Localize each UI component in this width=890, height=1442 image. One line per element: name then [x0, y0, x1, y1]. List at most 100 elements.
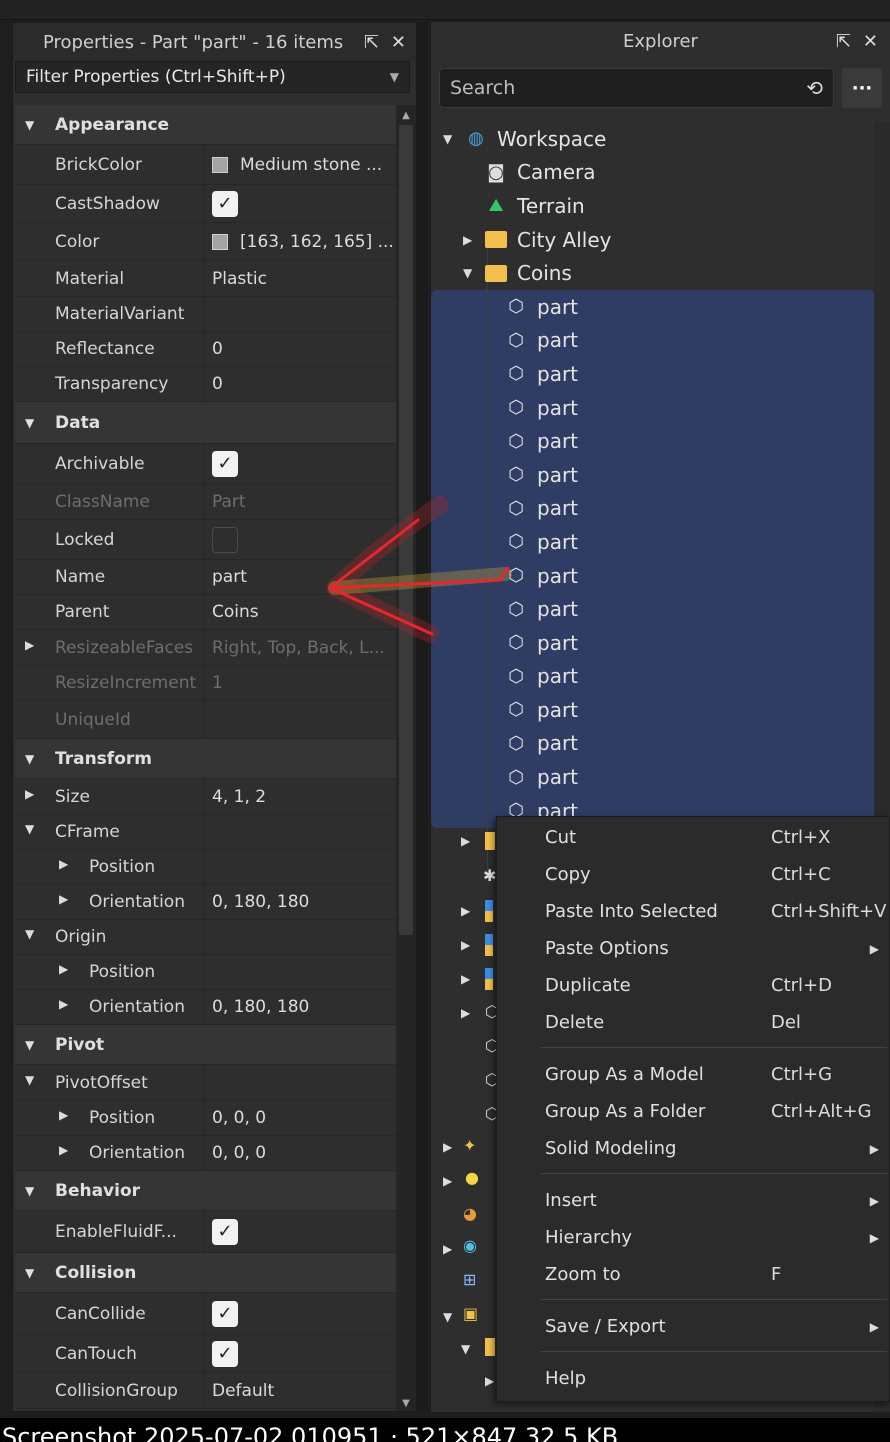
property-row-archivable[interactable]: Archivable ✓ — [15, 444, 397, 484]
property-row-orientation[interactable]: ▶ Orientation 0, 180, 180 — [15, 885, 397, 920]
property-row-cantouch[interactable]: CanTouch ✓ — [15, 1335, 397, 1373]
menu-item-group-as-a-folder[interactable]: Group As a Folder Ctrl+Alt+G — [497, 1093, 890, 1130]
chevron-down-icon[interactable]: ▼ — [25, 822, 34, 836]
chevron-down-icon[interactable]: ▼ — [25, 1038, 34, 1052]
tree-item-part[interactable]: ⬡ part — [431, 324, 890, 358]
section-pivot[interactable]: ▼ Pivot — [15, 1025, 397, 1065]
property-value-cell[interactable] — [203, 297, 397, 331]
scroll-up-icon[interactable]: ▲ — [396, 105, 416, 125]
chevron-right-icon[interactable]: ▶ — [25, 638, 34, 652]
property-checkbox[interactable] — [212, 526, 238, 553]
property-row-origin[interactable]: ▼ Origin — [15, 920, 397, 955]
property-value-cell[interactable]: 1 — [203, 666, 397, 700]
tree-expand-arrow[interactable]: ▶ — [443, 1242, 452, 1256]
chevron-right-icon[interactable]: ▶ — [463, 233, 472, 247]
property-value-cell[interactable] — [203, 701, 397, 738]
more-options-button[interactable]: ··· — [842, 68, 882, 108]
close-icon[interactable]: ✕ — [391, 32, 406, 53]
property-row-position[interactable]: ▶ Position — [15, 850, 397, 885]
property-checkbox[interactable]: ✓ — [212, 1218, 238, 1245]
menu-item-cut[interactable]: Cut Ctrl+X — [497, 819, 890, 856]
property-value-cell[interactable]: 4, 1, 2 — [203, 779, 397, 814]
tree-item-part[interactable]: ⬡ part — [431, 525, 890, 559]
section-collision[interactable]: ▼ Collision — [15, 1253, 397, 1293]
tree-expand-arrow[interactable]: ▶ — [461, 938, 470, 952]
tree-item-coins[interactable]: ▼ Coins — [431, 256, 890, 290]
property-value-cell[interactable] — [203, 955, 397, 989]
chevron-down-icon[interactable]: ▼ — [25, 118, 34, 132]
property-row-orientation[interactable]: ▶ Orientation 0, 0, 0 — [15, 1136, 397, 1171]
tree-item-part[interactable]: ⬡ part — [431, 727, 890, 761]
tree-item-part[interactable]: ⬡ part — [431, 559, 890, 593]
tree-item-part[interactable]: ⬡ part — [431, 458, 890, 492]
menu-item-hierarchy[interactable]: Hierarchy ▶ — [497, 1219, 890, 1256]
property-value-cell[interactable]: ✓ — [203, 1293, 397, 1334]
undock-icon[interactable]: ⇱ — [364, 32, 379, 53]
tree-item-camera[interactable]: ◙ Camera — [431, 156, 890, 190]
tree-expand-arrow[interactable]: ▶ — [485, 1374, 494, 1388]
property-row-resizeincrement[interactable]: ResizeIncrement 1 — [15, 666, 397, 701]
property-value-cell[interactable]: Medium stone ... — [203, 145, 397, 184]
menu-item-zoom-to[interactable]: Zoom to F — [497, 1256, 890, 1293]
property-value-cell[interactable]: 0, 180, 180 — [203, 990, 397, 1024]
property-value-cell[interactable] — [203, 520, 397, 559]
chevron-right-icon[interactable]: ▶ — [59, 997, 68, 1011]
property-checkbox[interactable]: ✓ — [212, 190, 238, 217]
tree-item-part[interactable]: ⬡ part — [431, 760, 890, 794]
menu-item-paste-into-selected[interactable]: Paste Into Selected Ctrl+Shift+V — [497, 893, 890, 930]
property-row-color[interactable]: Color [163, 162, 165] ... — [15, 223, 397, 261]
property-row-reflectance[interactable]: Reflectance 0 — [15, 332, 397, 367]
property-value-cell[interactable]: Plastic — [203, 261, 397, 296]
menu-item-copy[interactable]: Copy Ctrl+C — [497, 856, 890, 893]
menu-item-group-as-a-model[interactable]: Group As a Model Ctrl+G — [497, 1056, 890, 1093]
chevron-down-icon[interactable]: ▼ — [25, 1073, 34, 1087]
chevron-right-icon[interactable]: ▶ — [59, 892, 68, 906]
chevron-right-icon[interactable]: ▶ — [59, 1108, 68, 1122]
property-value-cell[interactable]: [163, 162, 165] ... — [203, 223, 397, 260]
property-value-cell[interactable] — [203, 1065, 397, 1100]
section-behavior[interactable]: ▼ Behavior — [15, 1171, 397, 1211]
chevron-down-icon[interactable]: ▼ — [25, 416, 34, 430]
tree-expand-arrow[interactable]: ▶ — [443, 1174, 452, 1188]
property-checkbox[interactable]: ✓ — [212, 450, 238, 477]
property-value-cell[interactable]: Coins — [203, 595, 397, 629]
chevron-right-icon[interactable]: ▶ — [59, 962, 68, 976]
tree-expand-arrow[interactable]: ▶ — [461, 834, 470, 848]
tree-expand-arrow[interactable]: ▶ — [461, 1006, 470, 1020]
property-row-position[interactable]: ▶ Position — [15, 955, 397, 990]
tree-expand-arrow[interactable]: ▼ — [461, 1342, 470, 1356]
property-value-cell[interactable]: Default — [203, 1373, 397, 1408]
tree-item-part[interactable]: ⬡ part — [431, 391, 890, 425]
tree-item-part[interactable]: ⬡ part — [431, 660, 890, 694]
property-value-cell[interactable]: 0, 180, 180 — [203, 885, 397, 919]
property-value-cell[interactable]: ✓ — [203, 444, 397, 483]
history-icon[interactable]: ⟲ — [806, 76, 823, 100]
tree-item-part[interactable]: ⬡ part — [431, 492, 890, 526]
property-row-cancollide[interactable]: CanCollide ✓ — [15, 1293, 397, 1335]
menu-item-help[interactable]: Help — [497, 1360, 890, 1397]
tree-expand-arrow[interactable]: ▶ — [461, 904, 470, 918]
property-row-transparency[interactable]: Transparency 0 — [15, 367, 397, 402]
property-value-cell[interactable]: 0, 0, 0 — [203, 1101, 397, 1135]
chevron-down-icon[interactable]: ▼ — [25, 1266, 34, 1280]
property-row-material[interactable]: Material Plastic — [15, 261, 397, 297]
chevron-right-icon[interactable]: ▶ — [25, 787, 34, 801]
tree-item-part[interactable]: ⬡ part — [431, 424, 890, 458]
section-data[interactable]: ▼ Data — [15, 402, 397, 444]
property-row-enablefluidf-[interactable]: EnableFluidF... ✓ — [15, 1211, 397, 1253]
property-row-size[interactable]: ▶ Size 4, 1, 2 — [15, 779, 397, 815]
property-value-cell[interactable] — [203, 920, 397, 954]
scroll-thumb[interactable] — [399, 125, 413, 935]
property-row-position[interactable]: ▶ Position 0, 0, 0 — [15, 1101, 397, 1136]
chevron-down-icon[interactable]: ▼ — [463, 266, 472, 280]
property-value-cell[interactable]: Part — [203, 484, 397, 519]
tree-item-part[interactable]: ⬡ part — [431, 592, 890, 626]
tree-expand-arrow[interactable]: ▶ — [443, 1140, 452, 1154]
chevron-down-icon[interactable]: ▼ — [25, 752, 34, 766]
tree-expand-arrow[interactable]: ▶ — [461, 972, 470, 986]
property-checkbox[interactable]: ✓ — [212, 1300, 238, 1327]
property-row-castshadow[interactable]: CastShadow ✓ — [15, 185, 397, 223]
property-row-cframe[interactable]: ▼ CFrame — [15, 815, 397, 850]
tree-item-part[interactable]: ⬡ part — [431, 290, 890, 324]
color-swatch[interactable] — [212, 156, 228, 173]
